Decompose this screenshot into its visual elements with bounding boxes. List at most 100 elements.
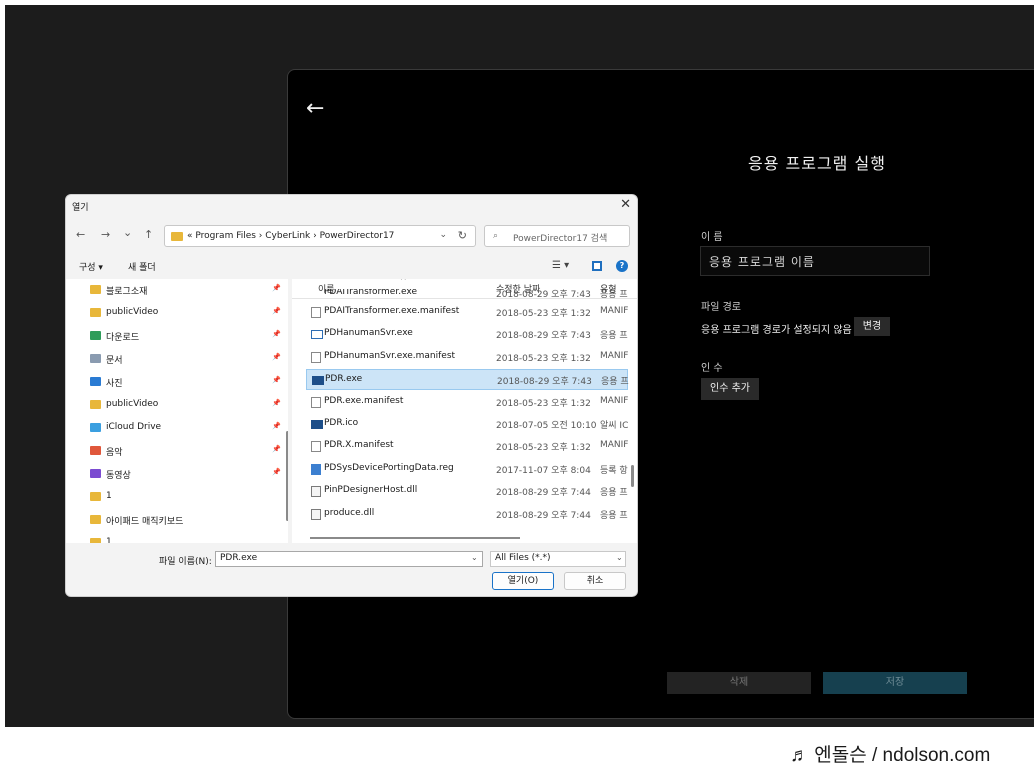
pin-icon[interactable]: 📌 <box>272 284 281 292</box>
chevron-down-icon[interactable]: ⌄ <box>471 553 478 562</box>
address-bar[interactable]: « Program Files › CyberLink › PowerDirec… <box>164 225 476 247</box>
chevron-down-icon[interactable]: ⌄ <box>439 230 447 240</box>
new-folder-button[interactable]: 새 폴더 <box>128 260 156 273</box>
table-row[interactable]: PDR.ico 2018-07-05 오전 10:10알씨 ICO <box>306 414 628 435</box>
preview-pane-icon[interactable] <box>592 261 602 271</box>
pictures-icon <box>90 377 101 386</box>
table-row[interactable]: PinPDesignerHost.dll 2018-08-29 오후 7:44 응용… <box>306 481 628 502</box>
sidebar-item-label: 사진 <box>106 379 123 389</box>
file-date: 2018-08-29 오후 7:43 <box>496 331 591 342</box>
table-row[interactable]: PDSysDevicePortingData.reg 2017-11-07 오후 … <box>306 459 628 480</box>
file-name: PDHanumanSvr.exe.manifest <box>324 350 456 361</box>
file-name: PDHanumanSvr.exe <box>324 328 413 339</box>
pin-icon[interactable]: 📌 <box>272 330 281 338</box>
file-name: PDSysDevicePortingData.reg <box>324 462 454 473</box>
change-path-button[interactable]: 변경 <box>854 317 890 336</box>
back-arrow-icon[interactable]: ← <box>306 98 324 120</box>
table-row[interactable]: PDR.X.manifest 2018-05-23 오후 1:32 MANIFEST <box>306 436 628 457</box>
search-input[interactable]: ⌕ PowerDirector17 검색 <box>484 225 630 247</box>
file-name: produce.dll <box>324 507 375 518</box>
sidebar-item-label: 아이패드 매직키보드 <box>106 517 184 527</box>
filename-field[interactable]: PDR.exe <box>215 551 483 567</box>
download-icon <box>90 331 101 340</box>
document-icon <box>90 354 101 363</box>
table-row[interactable]: PDAITransformer.exe 2018-08-29 오후 7:43 응… <box>306 289 628 301</box>
sidebar-item[interactable]: publicVideo 📌 <box>90 396 286 416</box>
path-value: 응용 프로그램 경로가 설정되지 않음 <box>701 325 852 336</box>
breadcrumb[interactable]: « Program Files › CyberLink › PowerDirec… <box>187 231 394 241</box>
file-type: 응용 프로그램 <box>601 377 629 388</box>
table-row[interactable]: PDHanumanSvr.exe 2018-08-29 오후 7:43 응용 프로그… <box>306 324 628 345</box>
chevron-down-icon[interactable]: ⌄ <box>616 553 623 562</box>
navigation-bar: ← → ⌄ ↑ « Program Files › CyberLink › Po… <box>66 223 637 249</box>
up-folder-icon[interactable]: ↑ <box>144 228 153 241</box>
pin-icon[interactable]: 📌 <box>272 353 281 361</box>
scrollbar[interactable] <box>286 431 288 521</box>
sidebar-item[interactable]: 문서 📌 <box>90 350 286 370</box>
close-icon[interactable]: ✕ <box>620 197 631 212</box>
open-button[interactable]: 열기(O) <box>492 572 554 590</box>
file-icon <box>311 351 321 363</box>
path-label: 파일 경로 <box>701 302 741 313</box>
table-row[interactable]: PDR.exe 2018-08-29 오후 7:43 응용 프로그램 <box>306 369 629 391</box>
save-button[interactable]: 저장 <box>823 672 967 694</box>
horizontal-scrollbar[interactable] <box>310 537 520 539</box>
forward-icon[interactable]: → <box>101 228 110 241</box>
help-icon[interactable]: ? <box>616 260 628 272</box>
cancel-button[interactable]: 취소 <box>564 572 626 590</box>
exe-icon <box>312 376 324 386</box>
folder-icon <box>90 538 101 543</box>
file-type: MANIFEST <box>600 395 628 406</box>
table-row[interactable]: produce.dll 2018-08-29 오후 7:44 응용 프로그램 <box>306 504 628 525</box>
sidebar-item[interactable]: 동영상 📌 <box>90 465 286 485</box>
file-type: 알씨 ICO <box>600 421 628 431</box>
refresh-icon[interactable]: ↻ <box>458 229 467 242</box>
organize-menu[interactable]: 구성 ▾ <box>79 260 103 273</box>
file-name: PDAITransformer.exe.manifest <box>324 306 460 316</box>
sidebar-item[interactable]: 음악 📌 <box>90 442 286 462</box>
app-name-input[interactable]: 응용 프로그램 이름 <box>700 246 930 276</box>
pin-icon[interactable]: 📌 <box>272 422 281 430</box>
table-row[interactable]: PDAITransformer.exe.manifest 2018-05-23 오… <box>306 302 628 323</box>
file-type: 응용 프로그램 <box>600 331 628 342</box>
file-name: PDR.exe.manifest <box>324 395 404 406</box>
add-argument-button[interactable]: 인수 추가 <box>701 378 759 400</box>
sidebar-item-label: 블로그소재 <box>106 287 148 297</box>
folder-icon <box>90 515 101 524</box>
pin-icon[interactable]: 📌 <box>272 445 281 453</box>
back-icon[interactable]: ← <box>76 228 85 241</box>
file-type-filter[interactable]: All Files (*.*) <box>490 551 626 567</box>
cloud-icon <box>90 423 101 432</box>
sidebar-item[interactable]: 1 <box>90 534 286 543</box>
file-icon <box>311 441 321 453</box>
pin-icon[interactable]: 📌 <box>272 307 281 315</box>
sidebar-item[interactable]: 블로그소재 📌 <box>90 281 286 301</box>
file-name: PDR.X.manifest <box>324 440 394 451</box>
sidebar-item-label: 동영상 <box>106 471 131 481</box>
reg-icon <box>311 463 321 475</box>
sidebar-item[interactable]: 1 <box>90 488 286 508</box>
pin-icon[interactable]: 📌 <box>272 376 281 384</box>
file-name: PDR.ico <box>324 418 359 428</box>
sidebar-item[interactable]: 아이패드 매직키보드 <box>90 511 286 531</box>
sidebar-item[interactable]: publicVideo 📌 <box>90 304 286 324</box>
sidebar-item[interactable]: 다운로드 📌 <box>90 327 286 347</box>
pin-icon[interactable]: 📌 <box>272 468 281 476</box>
sidebar-item-label: publicVideo <box>106 307 159 317</box>
file-icon <box>311 396 321 408</box>
recent-locations-icon[interactable]: ⌄ <box>123 226 132 239</box>
sidebar-item[interactable]: iCloud Drive 📌 <box>90 419 286 439</box>
file-type: MANIFEST <box>600 440 628 451</box>
file-date: 2018-05-23 오후 1:32 <box>496 309 591 319</box>
scrollbar[interactable] <box>631 465 634 487</box>
view-menu-icon[interactable]: ☰ ▾ <box>552 260 569 271</box>
delete-button[interactable]: 삭제 <box>667 672 811 694</box>
sidebar-item[interactable]: 사진 📌 <box>90 373 286 393</box>
music-icon <box>90 446 101 455</box>
pin-icon[interactable]: 📌 <box>272 399 281 407</box>
folder-icon <box>171 232 183 241</box>
table-row[interactable]: PDR.exe.manifest 2018-05-23 오후 1:32 MANIFE… <box>306 392 628 413</box>
filename-label: 파일 이름(N): <box>159 557 212 567</box>
file-icon <box>311 307 321 318</box>
table-row[interactable]: PDHanumanSvr.exe.manifest 2018-05-23 오후 1… <box>306 347 628 368</box>
